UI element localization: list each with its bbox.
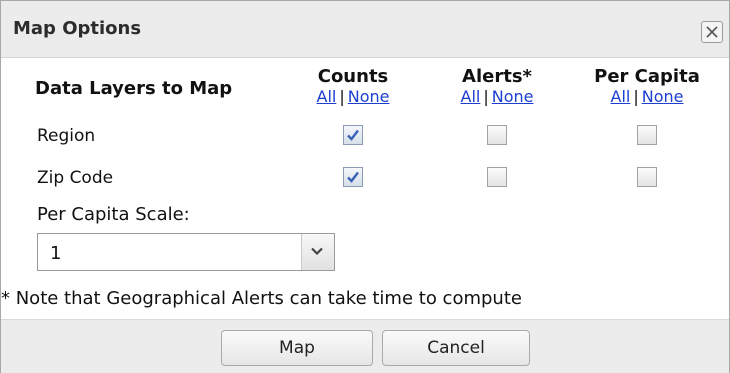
dialog-title: Map Options	[13, 18, 142, 39]
dialog-titlebar: Map Options	[1, 1, 729, 58]
region-per-capita-checkbox[interactable]	[637, 125, 657, 145]
per-capita-all-link[interactable]: All	[611, 87, 631, 106]
dialog-footer: Map Cancel	[1, 319, 729, 373]
per-capita-scale-select[interactable]: 1	[37, 233, 335, 271]
chevron-down-icon	[311, 247, 323, 256]
column-alerts: Alerts* All | None	[445, 67, 549, 107]
alerts-link-separator: |	[483, 87, 489, 106]
zip-code-counts-checkbox[interactable]	[343, 167, 363, 187]
geo-alerts-note: * Note that Geographical Alerts can take…	[1, 288, 522, 309]
alerts-none-link[interactable]: None	[492, 87, 534, 106]
region-alerts-checkbox[interactable]	[487, 125, 507, 145]
column-per-capita: Per Capita All | None	[587, 67, 707, 107]
row-label-region: Region	[37, 126, 96, 146]
column-counts: Counts All | None	[301, 67, 405, 107]
region-counts-checkbox[interactable]	[343, 125, 363, 145]
map-button[interactable]: Map	[221, 330, 373, 366]
select-dropdown-button[interactable]	[301, 234, 334, 270]
alerts-all-link[interactable]: All	[461, 87, 481, 106]
per-capita-none-link[interactable]: None	[642, 87, 684, 106]
per-capita-scale-value: 1	[50, 243, 62, 264]
close-icon	[706, 26, 718, 38]
zip-code-per-capita-checkbox[interactable]	[637, 167, 657, 187]
per-capita-scale-label: Per Capita Scale:	[37, 204, 190, 225]
zip-code-alerts-checkbox[interactable]	[487, 167, 507, 187]
cancel-button[interactable]: Cancel	[382, 330, 530, 366]
checkmark-icon	[347, 129, 359, 141]
counts-link-separator: |	[339, 87, 345, 106]
map-options-dialog: Map Options Data Layers to Map Counts Al…	[0, 0, 730, 373]
checkmark-icon	[347, 171, 359, 183]
close-button[interactable]	[701, 21, 723, 43]
column-title-per-capita: Per Capita	[594, 66, 700, 87]
column-title-alerts: Alerts*	[462, 66, 532, 87]
row-label-zip-code: Zip Code	[37, 168, 114, 188]
counts-none-link[interactable]: None	[348, 87, 390, 106]
layers-header: Data Layers to Map	[35, 78, 233, 99]
counts-all-link[interactable]: All	[317, 87, 337, 106]
column-title-counts: Counts	[317, 66, 389, 87]
per-capita-link-separator: |	[633, 87, 639, 106]
